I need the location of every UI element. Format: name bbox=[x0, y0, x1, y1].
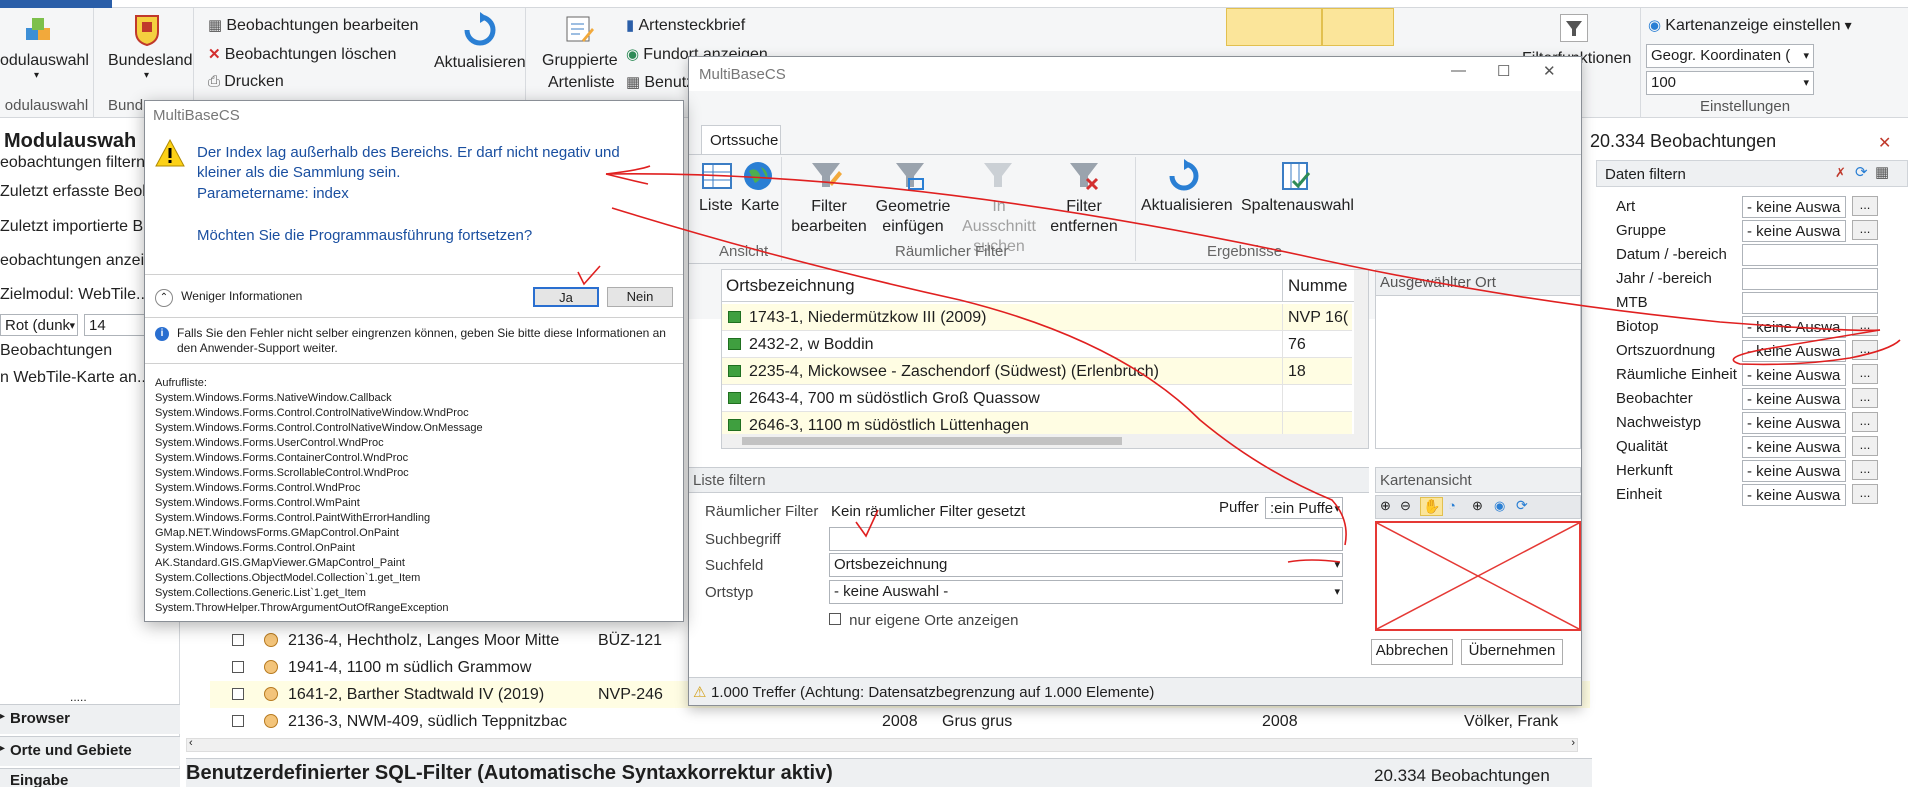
red-annotation-strokes bbox=[577, 165, 1901, 563]
